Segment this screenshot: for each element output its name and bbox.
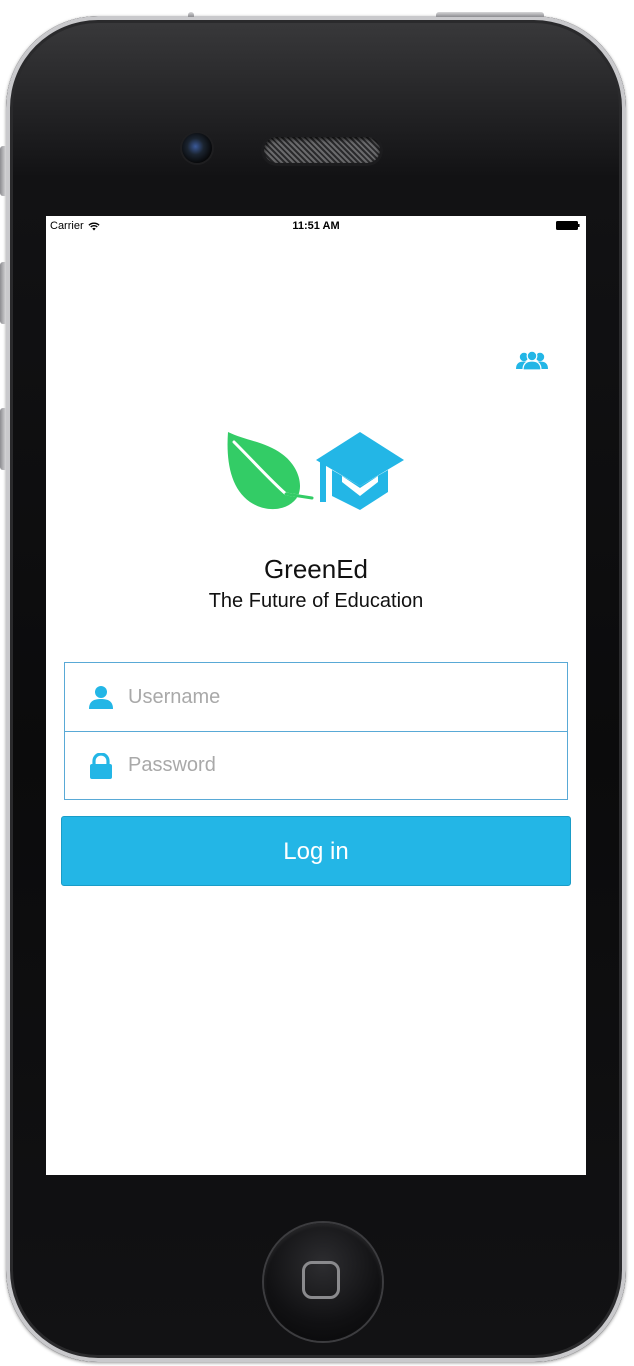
power-button [436,12,544,17]
lock-icon [90,752,112,779]
user-icon [89,686,113,709]
app-screen: Carrier 11:51 AM GreenEd The Future of E… [46,216,586,1175]
status-bar: Carrier 11:51 AM [46,216,586,236]
password-input[interactable] [126,753,530,778]
password-field[interactable] [64,731,568,800]
app-tagline: The Future of Education [208,590,424,612]
volume-down-button [0,408,6,470]
earpiece-speaker [264,137,380,163]
login-button[interactable]: Log in [61,816,571,886]
app-logo [224,430,406,512]
volume-up-button [0,262,6,324]
mute-switch [0,146,6,196]
username-input[interactable] [126,684,530,710]
home-button[interactable] [264,1223,382,1341]
graduation-cap-icon [316,432,404,510]
battery-icon [556,221,580,230]
leaf-icon [227,432,314,510]
home-button-square [302,1261,340,1299]
top-edge-mark [188,12,194,17]
status-time: 11:51 AM [292,220,340,232]
users-icon[interactable] [515,350,549,372]
front-camera [182,133,212,163]
app-name: GreenEd [263,554,369,584]
username-field[interactable] [64,662,568,731]
